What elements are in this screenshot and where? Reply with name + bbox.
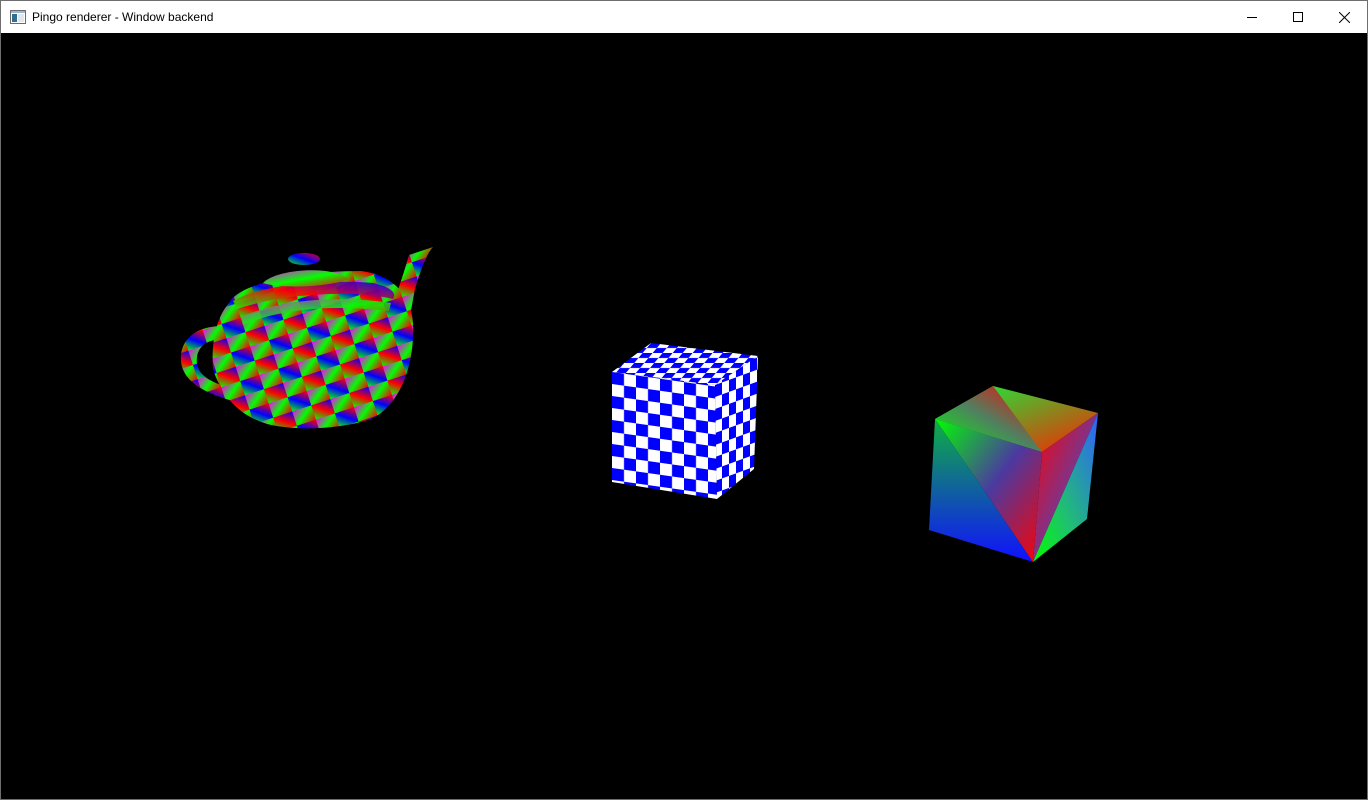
minimize-button[interactable] [1229,1,1275,33]
checkered-cube [612,343,758,499]
teapot-model [180,247,433,429]
gradient-cube [929,386,1098,562]
title-bar[interactable]: Pingo renderer - Window backend [1,1,1367,33]
close-button[interactable] [1321,1,1367,33]
scene-canvas [180,247,1098,562]
window-title: Pingo renderer - Window backend [32,10,214,24]
close-icon [1338,11,1350,23]
render-viewport[interactable] [1,33,1367,799]
minimize-icon [1247,17,1257,18]
maximize-icon [1293,12,1303,22]
maximize-button[interactable] [1275,1,1321,33]
application-window-icon [10,9,26,25]
app-window: Pingo renderer - Window backend [0,0,1368,800]
